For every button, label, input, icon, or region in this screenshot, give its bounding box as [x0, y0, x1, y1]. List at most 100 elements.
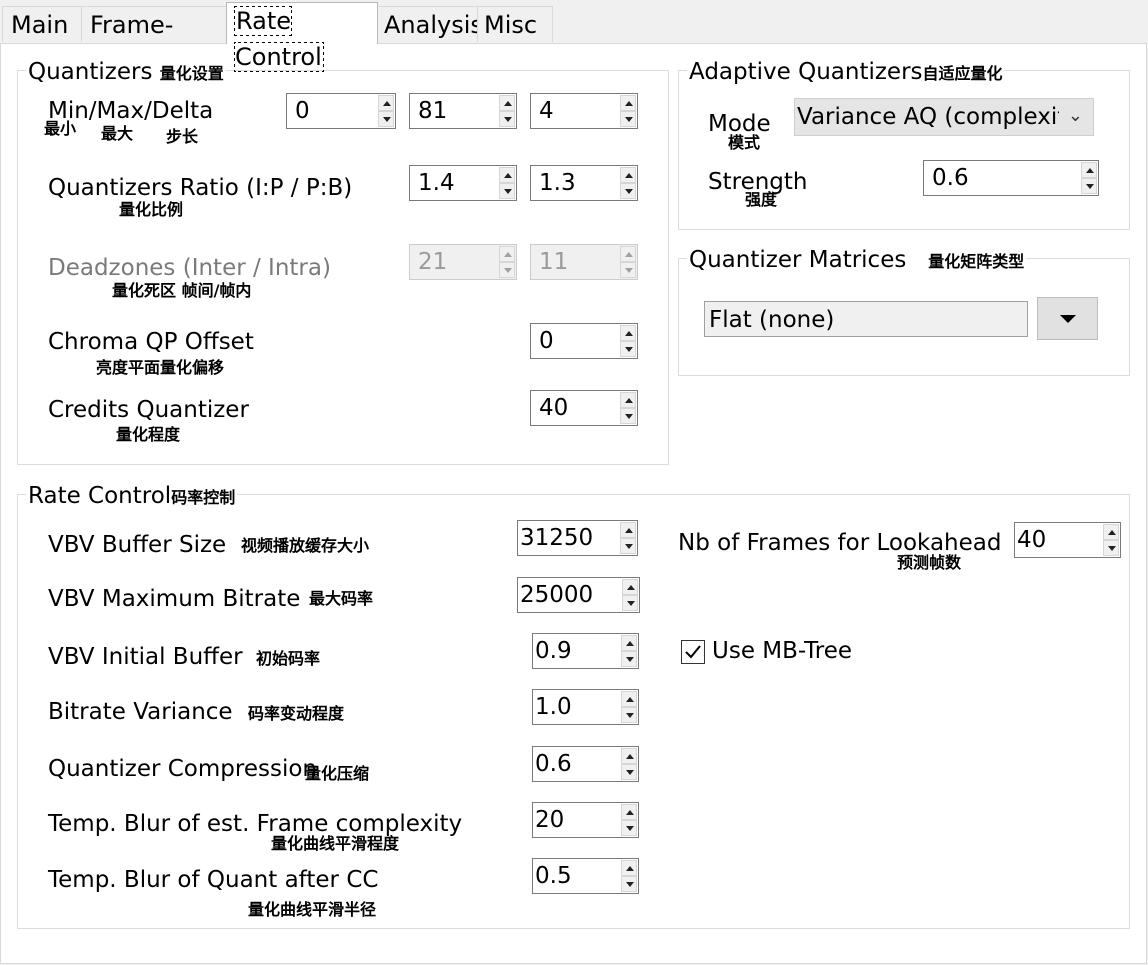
spin-up-button[interactable]	[620, 522, 636, 538]
qm-value: Flat (none)	[709, 307, 835, 333]
spin-down-button[interactable]	[621, 820, 637, 836]
spin-down-button[interactable]	[622, 595, 638, 611]
spin-up-button[interactable]	[620, 95, 636, 111]
chroma-offset-spinbox[interactable]: 0	[530, 323, 638, 359]
vbv-max-bitrate-cn-label: 最大码率	[309, 589, 374, 608]
spin-down-button[interactable]	[499, 111, 515, 127]
spin-up-button[interactable]	[499, 167, 515, 183]
lookahead-spinbox[interactable]: 40	[1014, 522, 1121, 558]
aq-strength-spinbox[interactable]: 0.6	[923, 160, 1099, 196]
blur-quant-spinbox[interactable]: 0.5	[532, 858, 639, 894]
bitrate-variance-spinbox[interactable]: 1.0	[532, 689, 639, 725]
blur-complexity-value: 20	[535, 807, 565, 833]
spin-up-button[interactable]	[622, 579, 638, 595]
delta-cn-label: 步长	[166, 127, 199, 146]
vbv-buffer-size-value: 31250	[520, 525, 594, 551]
vbv-buffer-size-spinbox[interactable]: 31250	[517, 520, 638, 556]
quantizer-compression-value: 0.6	[535, 751, 572, 777]
tab-label: Rate Control	[234, 6, 324, 72]
spin-down-button[interactable]	[1103, 540, 1119, 556]
spin-up-button[interactable]	[621, 860, 637, 876]
delta-quantizer-spinbox[interactable]: 4	[530, 93, 638, 129]
aq-title: Adaptive Quantizers自适应量化	[687, 58, 1005, 88]
mb-tree-label[interactable]: Use MB-Tree	[712, 637, 852, 665]
spin-down-button[interactable]	[620, 111, 636, 127]
spin-down-button[interactable]	[621, 764, 637, 780]
spin-down-button[interactable]	[620, 183, 636, 199]
tab-misc[interactable]: Misc	[477, 6, 553, 42]
spin-down-button	[499, 262, 515, 278]
mb-tree-checkbox[interactable]	[681, 640, 705, 664]
deadzones-cn-label: 量化死区 帧间/帧内	[112, 281, 252, 300]
ratio-cn-label: 量化比例	[119, 200, 184, 219]
blur-complexity-spinbox[interactable]: 20	[532, 802, 639, 838]
qm-combo[interactable]: Flat (none)	[704, 301, 1028, 337]
quantizers-title-text: Quantizers	[28, 59, 153, 85]
bitrate-variance-label: Bitrate Variance	[48, 699, 233, 725]
credits-quantizer-cn-label: 量化程度	[116, 425, 181, 444]
spin-down-button[interactable]	[621, 876, 637, 892]
min-quantizer-spinbox[interactable]: 0	[286, 93, 396, 129]
blur-complexity-cn-label: 量化曲线平滑程度	[271, 834, 400, 853]
ratio-ip-value: 1.4	[418, 170, 455, 196]
spin-up-button[interactable]	[620, 167, 636, 183]
spin-up-button[interactable]	[621, 635, 637, 651]
vbv-initial-buffer-value: 0.9	[535, 638, 572, 664]
aq-strength-value: 0.6	[932, 165, 969, 191]
tab-label: Analysis	[384, 11, 483, 39]
vbv-max-bitrate-spinbox[interactable]: 25000	[517, 577, 640, 613]
spin-up-button[interactable]	[620, 392, 636, 408]
aq-mode-dropdown[interactable]: Variance AQ (complexit ⌄	[794, 98, 1094, 136]
deadzone-inter-value: 21	[418, 249, 448, 275]
spin-down-button[interactable]	[621, 651, 637, 667]
credits-quantizer-spinbox[interactable]: 40	[530, 390, 638, 426]
aq-mode-cn-label: 模式	[728, 133, 761, 152]
spin-up-button[interactable]	[1103, 524, 1119, 540]
max-cn-label: 最大	[101, 124, 134, 143]
spin-up-button[interactable]	[621, 691, 637, 707]
spin-up-button[interactable]	[621, 748, 637, 764]
lookahead-cn-label: 预测帧数	[897, 553, 962, 572]
tab-label: Misc	[484, 11, 538, 39]
spin-up-button	[620, 246, 636, 262]
spin-up-button	[499, 246, 515, 262]
spin-down-button[interactable]	[499, 183, 515, 199]
qm-title-text: Quantizer Matrices	[689, 247, 907, 273]
aq-title-text: Adaptive Quantizers	[689, 59, 923, 85]
qm-dropdown-button[interactable]	[1037, 297, 1098, 340]
chroma-offset-cn-label: 亮度平面量化偏移	[96, 358, 225, 377]
spin-down-button[interactable]	[378, 111, 394, 127]
max-quantizer-spinbox[interactable]: 81	[409, 93, 517, 129]
ratio-pb-spinbox[interactable]: 1.3	[530, 165, 638, 201]
blur-quant-label: Temp. Blur of Quant after CC	[48, 867, 379, 893]
tab-label: Main	[11, 11, 69, 39]
tab-rate-control[interactable]: Rate Control	[226, 2, 378, 72]
spin-up-button[interactable]	[1081, 162, 1097, 178]
spin-down-button[interactable]	[621, 707, 637, 723]
spin-up-button[interactable]	[620, 325, 636, 341]
spin-up-button[interactable]	[621, 804, 637, 820]
quantizers-title-cn: 量化设置	[159, 64, 224, 83]
tab-frame-type[interactable]: Frame-Type	[81, 6, 227, 75]
spin-down-button[interactable]	[620, 341, 636, 357]
deadzone-inter-spinbox: 21	[409, 244, 517, 280]
tab-main[interactable]: Main	[2, 6, 82, 42]
quantizer-compression-spinbox[interactable]: 0.6	[532, 746, 639, 782]
tab-analysis[interactable]: Analysis	[377, 6, 483, 42]
vbv-max-bitrate-value: 25000	[520, 582, 594, 608]
max-quantizer-value: 81	[418, 98, 448, 124]
spin-up-button[interactable]	[499, 95, 515, 111]
blur-quant-value: 0.5	[535, 863, 572, 889]
lookahead-value: 40	[1017, 527, 1047, 553]
vbv-buffer-size-cn-label: 视频播放缓存大小	[241, 536, 370, 555]
aq-mode-value: Variance AQ (complexit	[797, 104, 1059, 130]
spin-down-button[interactable]	[620, 408, 636, 424]
vbv-initial-buffer-spinbox[interactable]: 0.9	[532, 633, 639, 669]
spin-down-button[interactable]	[620, 538, 636, 554]
vbv-buffer-size-label: VBV Buffer Size	[48, 532, 227, 558]
spin-up-button[interactable]	[378, 95, 394, 111]
spin-down-button[interactable]	[1081, 178, 1097, 194]
vbv-initial-buffer-label: VBV Initial Buffer	[48, 644, 243, 670]
ratio-ip-spinbox[interactable]: 1.4	[409, 165, 517, 201]
min-cn-label: 最小	[44, 119, 77, 138]
